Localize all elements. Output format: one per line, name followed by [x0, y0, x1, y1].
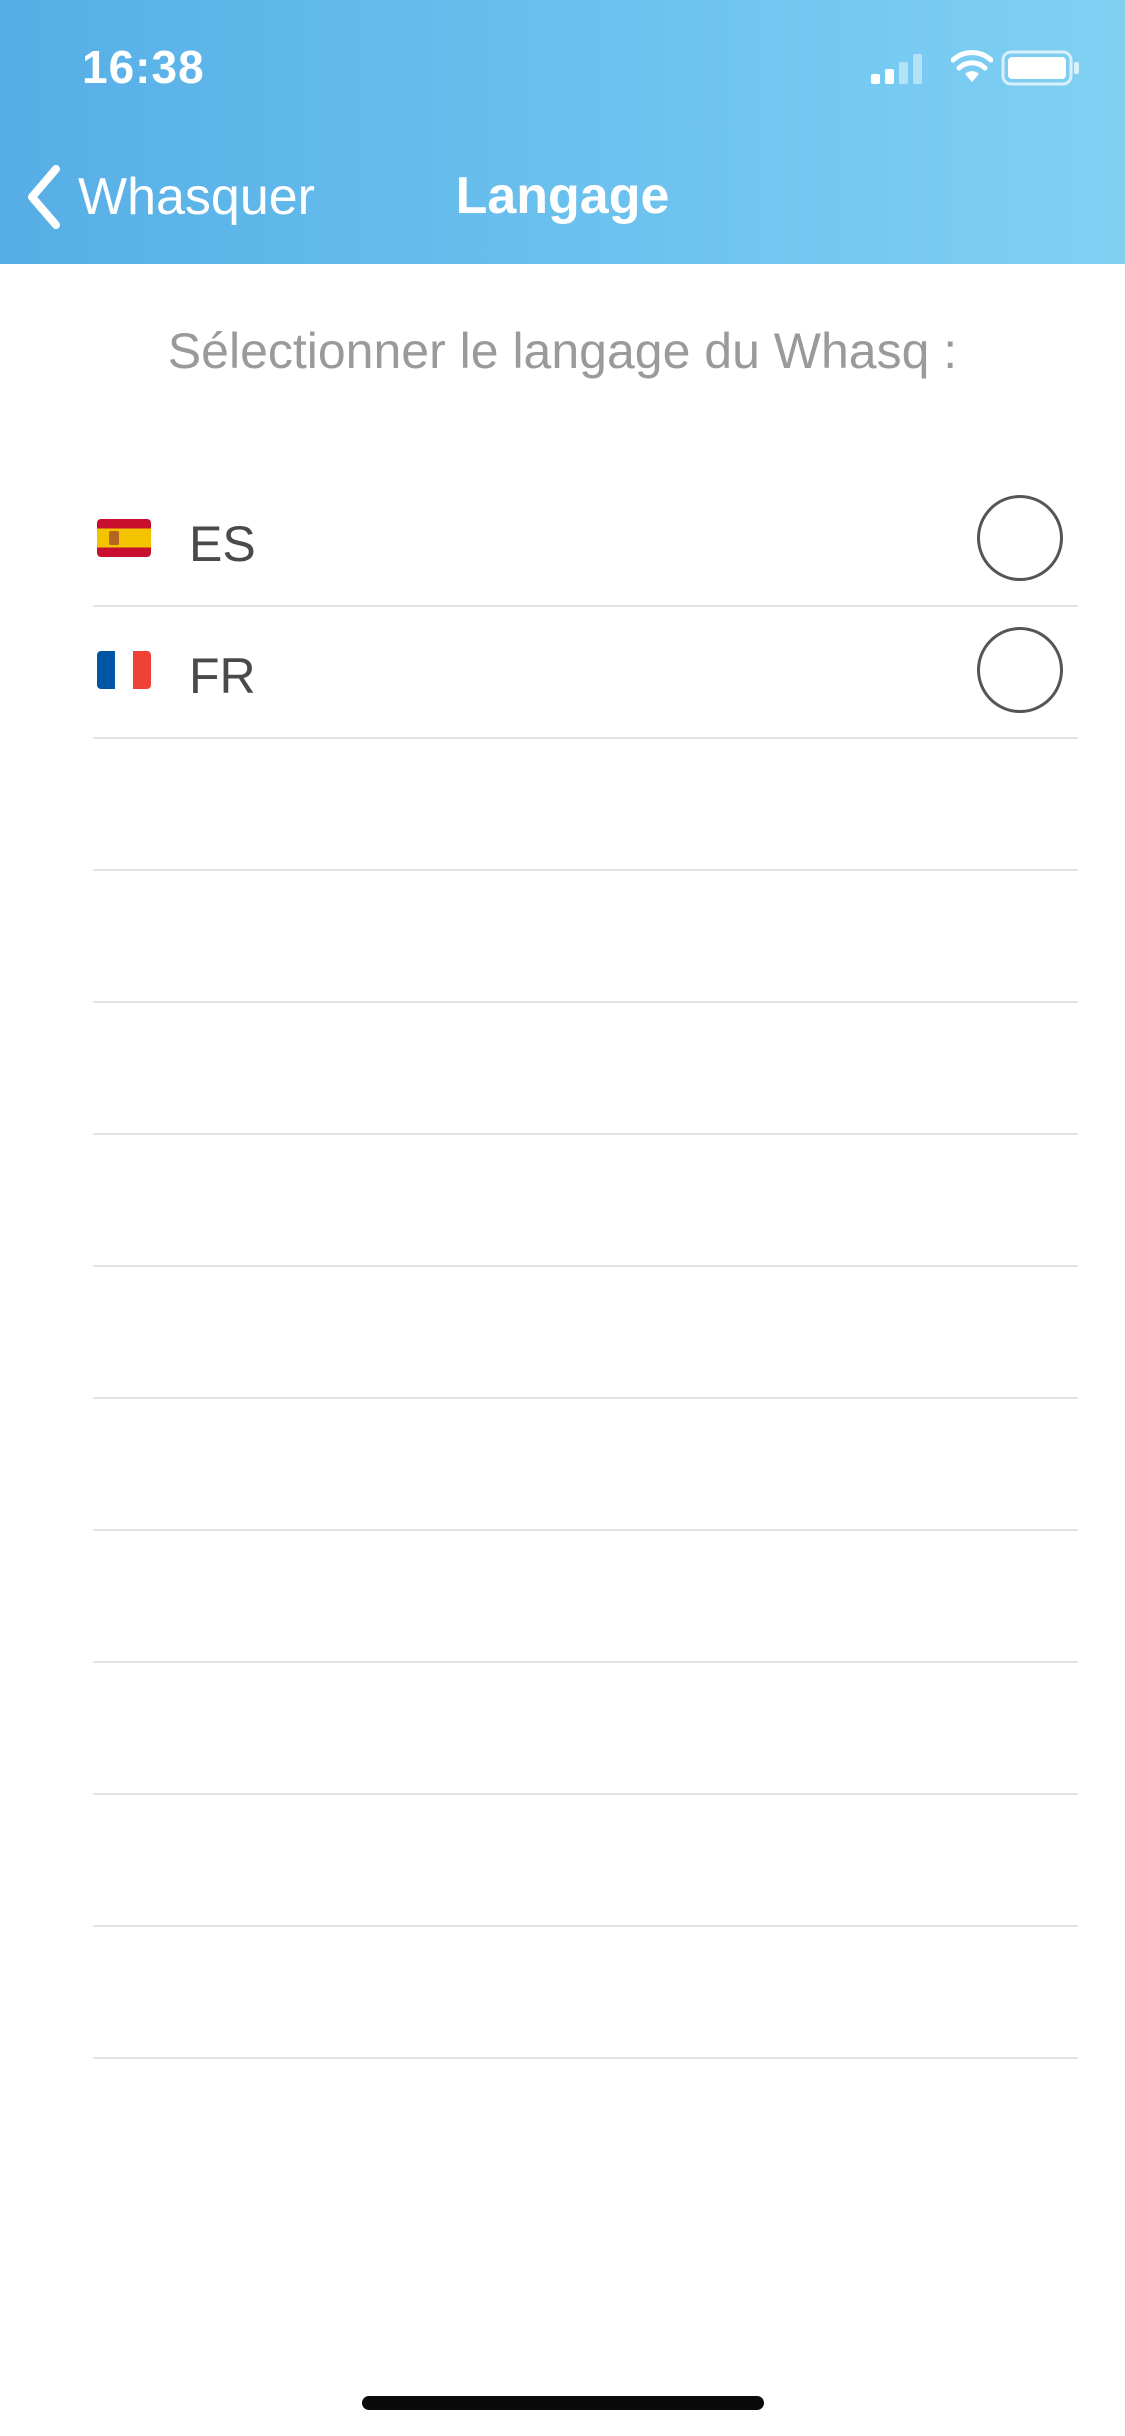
- language-code: FR: [189, 648, 256, 704]
- page-title: Langage: [455, 167, 670, 225]
- empty-list-row: [93, 1795, 1078, 1927]
- status-icons: [871, 48, 1081, 90]
- language-prompt: Sélectionner le langage du Whasq :: [167, 323, 958, 379]
- empty-list-row: [93, 1399, 1078, 1531]
- battery-icon: [1001, 50, 1079, 86]
- language-option-es[interactable]: ES: [93, 475, 1078, 607]
- radio-button-es[interactable]: [977, 495, 1063, 581]
- empty-list-row: [93, 1663, 1078, 1795]
- language-option-fr[interactable]: FR: [93, 607, 1078, 739]
- home-indicator[interactable]: [362, 2396, 764, 2410]
- status-time: 16:38: [82, 41, 205, 93]
- radio-button-fr[interactable]: [977, 627, 1063, 713]
- navigation-header: 16:38 Whasquer Langage: [0, 0, 1125, 264]
- empty-list-row: [93, 1267, 1078, 1399]
- empty-list-row: [93, 1927, 1078, 2059]
- empty-list-row: [93, 1531, 1078, 1663]
- empty-list-row: [93, 871, 1078, 1003]
- empty-list-row: [93, 1003, 1078, 1135]
- empty-list-row: [93, 739, 1078, 871]
- spain-flag-icon: [97, 519, 151, 557]
- cellular-signal-icon: [871, 48, 931, 90]
- language-code: ES: [189, 516, 256, 572]
- wifi-icon: [951, 50, 993, 82]
- empty-list-row: [93, 1135, 1078, 1267]
- language-list: ES FR: [93, 475, 1078, 2059]
- france-flag-icon: [97, 651, 151, 689]
